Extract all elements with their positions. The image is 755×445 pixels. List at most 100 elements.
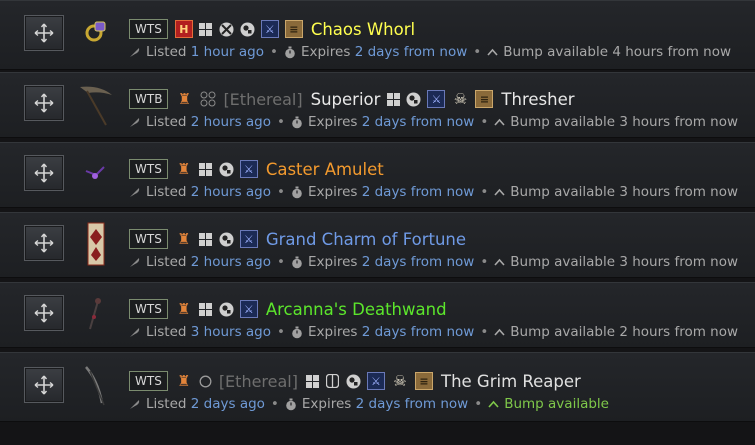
playstation-icon [219,162,234,177]
ladder-icon: ⚔ [239,160,258,178]
separator-dot: • [480,324,489,340]
softcore-icon: ♜ [177,371,191,390]
move-arrows-icon [34,93,54,113]
windows-icon [199,302,213,316]
playstation-icon [240,22,255,37]
item-thumbnail [78,291,114,337]
expires-time: 2 days from now [361,254,475,270]
listed-time: 1 hour ago [190,44,264,60]
windows-icon [199,162,213,176]
ethereal-label: [Ethereal] [218,371,298,391]
feather-icon [129,186,141,198]
drag-handle-button[interactable] [24,367,64,403]
feather-icon [129,46,141,58]
softcore-icon: ♜ [177,159,191,178]
listed-time: 3 hours ago [190,324,272,340]
switch-icon [326,374,340,388]
listing-row[interactable]: WTS ♜ [Ethereal] ⚔ ☠ ≡ The Grim Reaper Listed 2… [0,352,755,422]
listed-prefix: Listed [146,396,187,412]
skull-icon: ☠ [393,371,407,390]
drag-handle-button[interactable] [24,155,64,191]
trade-type-badge: WTB [129,89,169,109]
trade-type-badge: WTS [129,229,168,249]
move-arrows-icon [34,375,54,395]
chevron-up-icon[interactable] [488,400,499,408]
item-name-link[interactable]: Arcanna's Deathwand [266,300,447,319]
item-thumbnail [78,151,114,197]
bump-status: Bump available 2 hours from now [510,324,739,340]
item-name-link[interactable]: Caster Amulet [266,160,384,179]
item-name-link[interactable]: Chaos Whorl [311,20,415,39]
listing-row[interactable]: WTS ♜ ⚔ Arcanna's Deathwand Listed 3 hours a… [0,282,755,348]
windows-icon [199,232,213,246]
windows-icon [199,22,213,36]
ladder-icon: ⚔ [239,300,258,318]
windows-icon [386,92,400,106]
bump-status[interactable]: Bump available [504,396,609,412]
drag-handle-button[interactable] [24,295,64,331]
item-name-link[interactable]: Grand Charm of Fortune [266,230,466,249]
move-arrows-icon [34,163,54,183]
expires-time: 2 days from now [361,324,475,340]
windows-icon [306,374,320,388]
drag-handle-button[interactable] [24,85,64,121]
listing-title-line: WTS ♜ ⚔ Caster Amulet [129,157,384,181]
playstation-icon [219,302,234,317]
playstation-icon [219,232,234,247]
chevron-up-icon [494,188,505,196]
expires-prefix: Expires [301,396,352,412]
playstation-icon [346,374,361,389]
listing-meta-line: Listed 2 hours ago • Expires 2 days from n… [129,183,738,201]
bump-status: Bump available 3 hours from now [510,114,739,130]
item-thumbnail [78,363,114,409]
season-badge-icon: ≡ [284,20,303,38]
feather-icon [129,398,141,410]
item-thumbnail [78,81,114,127]
softcore-icon: ♜ [177,89,192,108]
listing-title-line: WTS H ⚔ ≡ Chaos Whorl [129,17,415,41]
listing-row[interactable]: WTS ♜ ⚔ Grand Charm of Fortune Listed 2 hour… [0,212,755,278]
ethereal-icon [199,91,217,107]
listed-prefix: Listed [146,44,187,60]
superior-label: Superior [310,89,381,109]
move-arrows-icon [34,233,54,253]
listing-meta-line: Listed 2 days ago • Expires 2 days from no… [129,395,609,413]
listed-time: 2 hours ago [190,114,272,130]
skull-icon: ☠ [453,89,468,108]
drag-handle-button[interactable] [24,15,64,51]
chevron-up-icon [487,48,498,56]
stopwatch-icon [291,256,303,269]
move-arrows-icon [34,23,54,43]
listing-row[interactable]: WTB ♜ [Ethereal] Superior ⚔ ☠ ≡ Thresher Listed … [0,72,755,138]
item-thumbnail [78,11,114,57]
separator-dot: • [277,114,285,130]
expires-time: 2 days from now [355,396,469,412]
expires-prefix: Expires [307,184,358,200]
listing-row[interactable]: WTS H ⚔ ≡ Chaos Whorl Listed 1 hour ago • Expir… [0,0,755,70]
listing-row[interactable]: WTS ♜ ⚔ Caster Amulet Listed 2 hours ago • Exp… [0,142,755,208]
stopwatch-icon [291,116,303,129]
expires-prefix: Expires [307,114,358,130]
item-name-link[interactable]: Thresher [501,90,574,109]
listing-meta-line: Listed 1 hour ago • Expires 2 days from no… [129,43,731,61]
expires-prefix: Expires [307,254,358,270]
season-badge-icon: ≡ [475,90,494,108]
drag-handle-button[interactable] [24,225,64,261]
stopwatch-icon [284,46,296,59]
separator-dot: • [269,44,278,60]
stopwatch-icon [291,326,303,339]
move-arrows-icon [34,303,54,323]
season-badge-icon: ≡ [414,372,433,390]
listed-time: 2 hours ago [190,184,272,200]
chevron-up-icon [494,258,505,266]
separator-dot: • [473,44,482,60]
listing-meta-line: Listed 2 hours ago • Expires 2 days from n… [129,253,738,271]
listed-prefix: Listed [146,254,187,270]
feather-icon [129,116,141,128]
listed-prefix: Listed [146,184,187,200]
chevron-up-icon [494,118,505,126]
stopwatch-icon [291,186,303,199]
playstation-icon [406,92,421,107]
listing-title-line: WTS ♜ [Ethereal] ⚔ ☠ ≡ The Grim Reaper [129,369,581,393]
item-name-link[interactable]: The Grim Reaper [441,372,581,391]
